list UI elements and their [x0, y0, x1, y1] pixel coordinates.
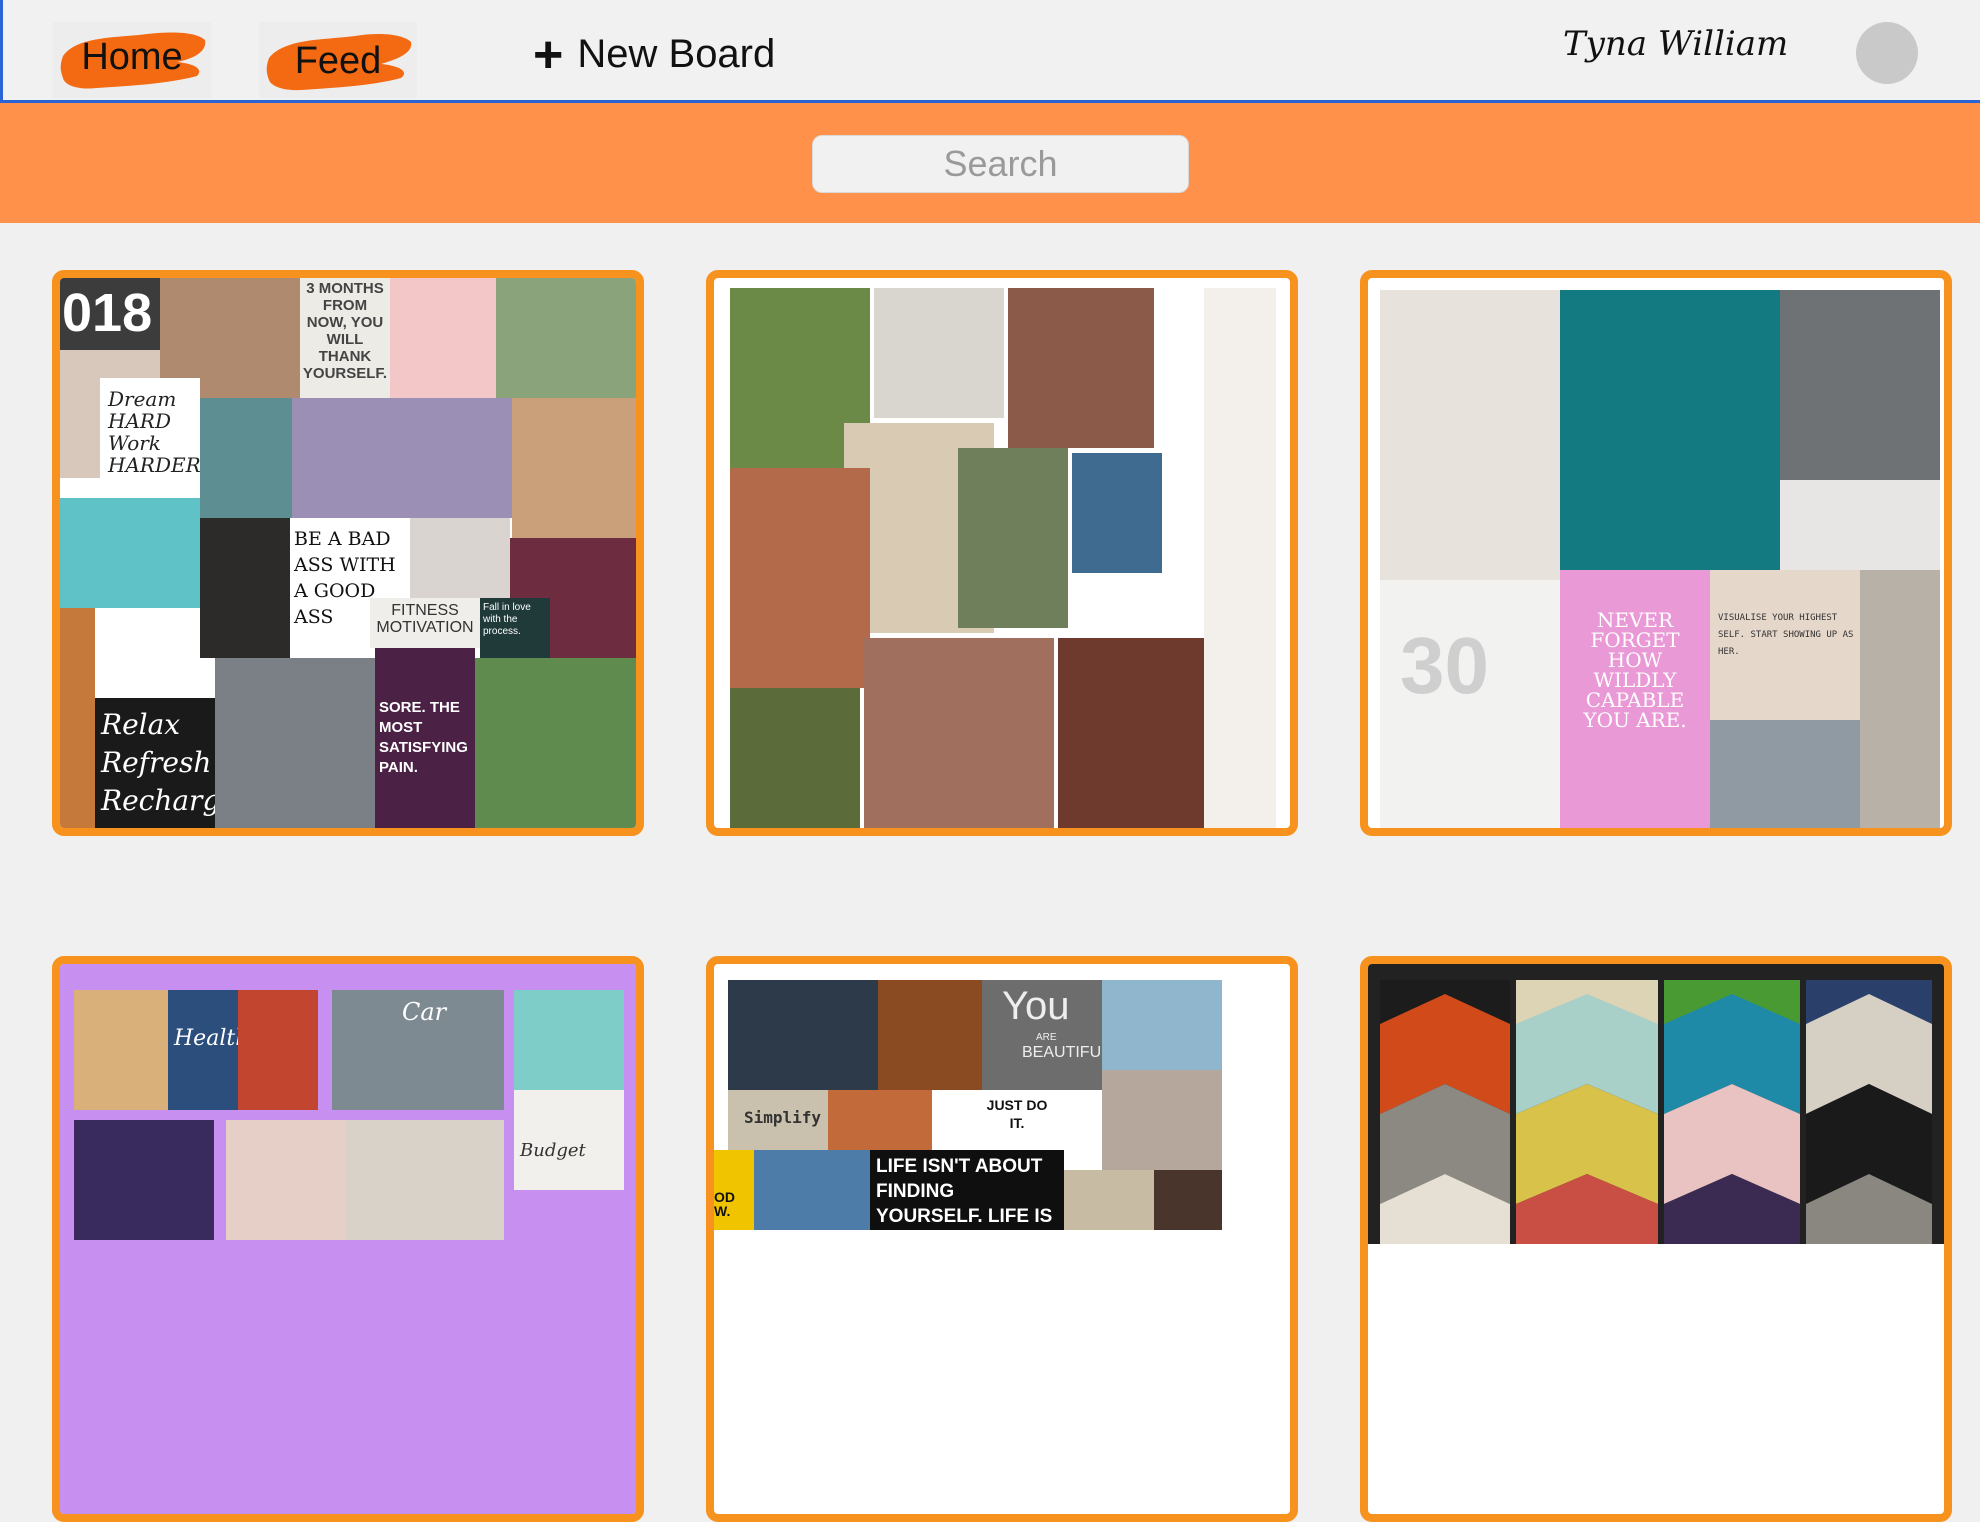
collage-tile: 30	[1380, 580, 1560, 828]
collage-tile	[730, 468, 870, 688]
collage-tile	[728, 980, 878, 1090]
collage-tile	[514, 990, 624, 1090]
collage-tile	[60, 608, 95, 828]
collage-tile: OD W.	[714, 1150, 754, 1230]
collage-tile: Budget	[514, 1090, 624, 1190]
collage-tile	[1710, 720, 1860, 828]
collage-tile	[292, 398, 512, 518]
nav-feed-tab[interactable]: Feed	[259, 22, 417, 98]
collage-tile: Dream HARD Work HARDER	[100, 378, 200, 498]
board-card-wedding[interactable]	[706, 270, 1298, 836]
collage-tile: Simplify	[728, 1090, 828, 1150]
collage-tile	[1154, 1170, 1222, 1230]
collage-text: JUST DO IT.	[986, 1097, 1048, 1131]
collage-tile	[1204, 288, 1276, 828]
collage-text: Dream HARD Work HARDER	[108, 387, 200, 477]
collage-tile	[512, 398, 636, 538]
collage-tile	[74, 1120, 214, 1240]
collage-tile	[1102, 980, 1222, 1070]
collage-text: SORE. THE MOST SATISFYING PAIN.	[379, 699, 468, 776]
collage-tile	[200, 398, 292, 518]
collage-tile: 3 MONTHS FROM NOW, YOU WILL THANK YOURSE…	[300, 278, 390, 398]
collage-tile	[878, 980, 982, 1090]
collage-text: NEVER FORGET HOW WILDLY CAPABLE YOU ARE.	[1583, 608, 1687, 732]
collage-tile	[390, 278, 496, 398]
board-card-goals[interactable]: Health Car Budget	[52, 956, 644, 1522]
collage-text: 30	[1400, 621, 1489, 710]
collage-text: OD W.	[714, 1189, 735, 1219]
collage-tile: LIFE ISN'T ABOUT FINDING YOURSELF. LIFE …	[870, 1150, 1064, 1230]
collage-text: 3 MONTHS FROM NOW, YOU WILL THANK YOURSE…	[302, 280, 388, 382]
collage-text: Budget	[520, 1140, 586, 1161]
collage-tile: JUST DO IT.	[982, 1090, 1052, 1150]
collage-tile: 018	[60, 278, 160, 350]
collage-tile: Health	[168, 990, 238, 1110]
collage-tile	[1560, 290, 1780, 570]
collage-text: Car	[402, 998, 447, 1026]
collage-text: Relax Refresh Recharge	[101, 708, 215, 817]
collage-tile	[200, 518, 290, 658]
collage-tile	[1008, 288, 1154, 448]
collage-tile	[1102, 1070, 1222, 1170]
collage-tile: Car	[332, 990, 504, 1110]
collage-text: Simplify	[744, 1108, 822, 1127]
collage-tile: FITNESS MOTIVATION	[370, 598, 480, 648]
collage-tile	[238, 990, 318, 1110]
collage-tile	[958, 448, 1068, 628]
plus-icon: +	[533, 25, 564, 84]
collage-tile: SORE. THE MOST SATISFYING PAIN.	[375, 648, 475, 828]
collage-tile	[1860, 570, 1940, 828]
collage-tile	[74, 990, 168, 1110]
collage-tile	[1780, 480, 1940, 570]
new-board-label: New Board	[577, 32, 776, 76]
collage-tile	[1780, 290, 1940, 480]
collage-tile	[215, 658, 375, 828]
board-card-lifestyle[interactable]: 30 NEVER FORGET HOW WILDLY CAPABLE YOU A…	[1360, 270, 1952, 836]
collage-tile: You ARE BEAUTIFUL	[982, 980, 1102, 1090]
collage-text: You	[1002, 984, 1070, 1028]
new-board-button[interactable]: + New Board	[533, 25, 776, 84]
collage-text: LIFE ISN'T ABOUT FINDING YOURSELF. LIFE …	[876, 1156, 1053, 1227]
collage-tile	[754, 1150, 870, 1230]
collage-text: 018	[62, 283, 153, 343]
collage-tile: Fall in love with the process.	[480, 598, 550, 658]
collage-tile: NEVER FORGET HOW WILDLY CAPABLE YOU ARE.	[1560, 570, 1710, 828]
collage-text: ARE	[1036, 1032, 1057, 1043]
nav-home-tab[interactable]: Home	[53, 22, 211, 98]
collage-tile	[60, 498, 200, 608]
collage-tile: Relax Refresh Recharge	[95, 698, 215, 828]
collage-tile	[1058, 638, 1208, 828]
collage-text: Health	[174, 1026, 238, 1051]
board-card-motivation[interactable]: You ARE BEAUTIFUL Simplify JUST DO IT. O…	[706, 956, 1298, 1522]
nav-feed-label: Feed	[294, 40, 382, 82]
collage-text: BEAUTIFUL	[1022, 1044, 1102, 1061]
collage-text: Fall in love with the process.	[483, 602, 531, 637]
collage-tile	[1380, 290, 1560, 580]
collage-tile	[346, 1120, 504, 1240]
collage-text: FITNESS MOTIVATION	[376, 602, 474, 636]
collage-tile	[730, 688, 860, 828]
collage-tile	[410, 518, 510, 598]
collage-text: VISUALISE YOUR HIGHEST SELF. START SHOWI…	[1718, 613, 1854, 657]
board-card-fitness[interactable]: 018 3 MONTHS FROM NOW, YOU WILL THANK YO…	[52, 270, 644, 836]
collage-tile	[1072, 453, 1162, 573]
search-input[interactable]	[812, 135, 1189, 193]
collage-tile	[226, 1120, 346, 1240]
collage-tile	[874, 288, 1004, 418]
collage-tile	[496, 278, 636, 398]
chevron-tiles-image	[1368, 964, 1944, 1244]
collage-tile	[1064, 1170, 1154, 1230]
collage-tile	[864, 638, 1054, 828]
nav-home-label: Home	[81, 36, 183, 78]
board-card-chevron-tiles[interactable]	[1360, 956, 1952, 1522]
avatar[interactable]	[1856, 22, 1918, 84]
user-name[interactable]: Tyna William	[1563, 24, 1788, 64]
top-nav-bar: Home Feed + New Board Tyna William	[0, 0, 1980, 103]
collage-tile: VISUALISE YOUR HIGHEST SELF. START SHOWI…	[1710, 570, 1860, 720]
collage-tile	[475, 658, 636, 828]
